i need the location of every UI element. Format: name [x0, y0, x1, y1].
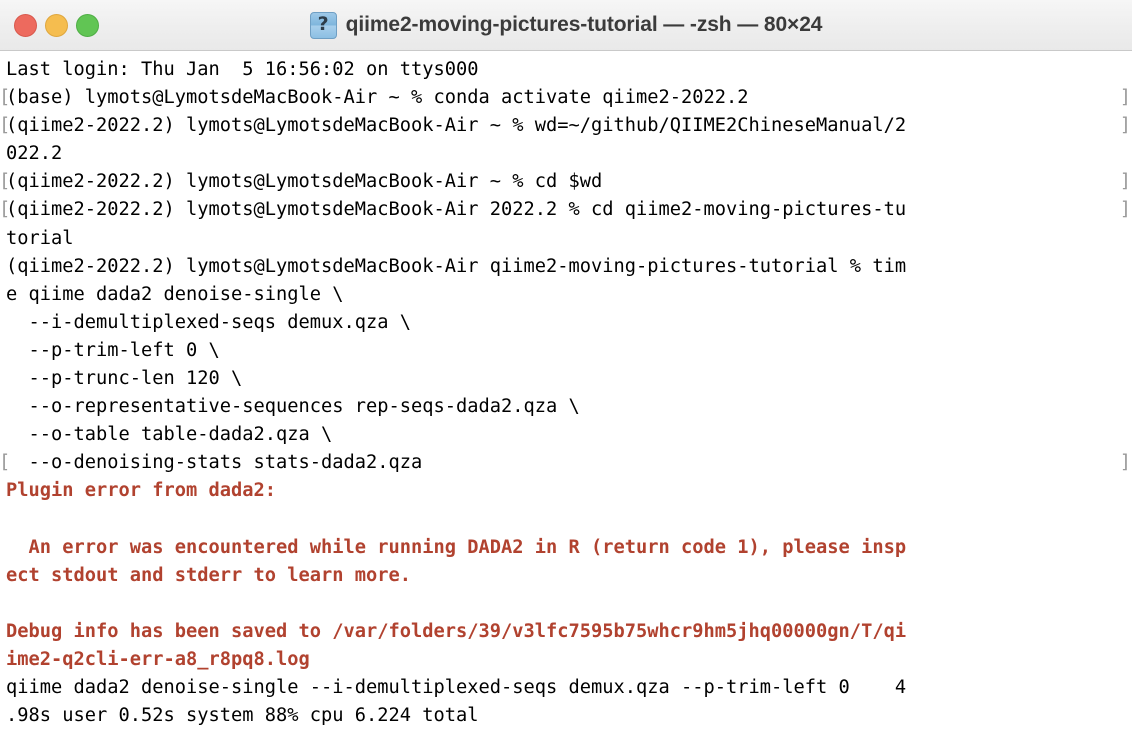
close-button[interactable]	[14, 13, 37, 37]
terminal-error-text: ime2-q2cli-err-a8_r8pq8.log	[6, 648, 310, 670]
terminal-text: (qiime2-2022.2) lymots@LymotsdeMacBook-A…	[6, 255, 907, 277]
terminal-error-text: An error was encountered while running D…	[6, 536, 907, 558]
terminal-text: (qiime2-2022.2) lymots@LymotsdeMacBook-A…	[6, 171, 603, 193]
terminal-line: Debug info has been saved to /var/folder…	[0, 618, 1132, 646]
terminal-text: (qiime2-2022.2) lymots@LymotsdeMacBook-A…	[6, 115, 907, 137]
terminal-text: .98s user 0.52s system 88% cpu 6.224 tot…	[6, 705, 479, 727]
terminal-line: [(qiime2-2022.2) lymots@LymotsdeMacBook-…	[0, 168, 1132, 196]
window-controls	[14, 0, 99, 50]
maximize-button[interactable]	[76, 13, 99, 37]
wrap-marker-left: [	[0, 115, 11, 137]
terminal-text: torial	[6, 227, 74, 249]
terminal-line: (qiime2-2022.2) lymots@LymotsdeMacBook-A…	[0, 253, 1132, 281]
terminal-line: torial	[0, 225, 1132, 253]
terminal-text: (qiime2-2022.2) lymots@LymotsdeMacBook-A…	[6, 199, 907, 221]
window-titlebar[interactable]: ? qiime2-moving-pictures-tutorial — -zsh…	[0, 0, 1132, 51]
terminal-text: --p-trim-left 0 \	[6, 339, 220, 361]
terminal-screen[interactable]: Last login: Thu Jan 5 16:56:02 on ttys00…	[0, 51, 1132, 734]
wrap-marker-right: ]	[1119, 87, 1131, 109]
minimize-button[interactable]	[45, 13, 68, 37]
terminal-line: --o-representative-sequences rep-seqs-da…	[0, 393, 1132, 421]
terminal-text: --o-table table-dada2.qza \	[6, 424, 333, 446]
wrap-marker-left: [	[0, 452, 11, 474]
wrap-marker-left: [	[0, 199, 11, 221]
wrap-marker-right: ]	[1119, 171, 1131, 193]
terminal-line: [(qiime2-2022.2) lymots@LymotsdeMacBook-…	[0, 112, 1132, 140]
terminal-error-text: ect stdout and stderr to learn more.	[6, 564, 412, 586]
wrap-marker-right: ]	[1119, 199, 1131, 221]
terminal-line: ime2-q2cli-err-a8_r8pq8.log	[0, 646, 1132, 674]
terminal-text: --o-denoising-stats stats-dada2.qza	[6, 452, 423, 474]
terminal-line: Plugin error from dada2:	[0, 477, 1132, 505]
terminal-window: ? qiime2-moving-pictures-tutorial — -zsh…	[0, 0, 1132, 734]
terminal-line: .98s user 0.52s system 88% cpu 6.224 tot…	[0, 702, 1132, 730]
wrap-marker-right: ]	[1119, 452, 1131, 474]
terminal-text: qiime dada2 denoise-single --i-demultipl…	[6, 677, 907, 699]
terminal-text: Last login: Thu Jan 5 16:56:02 on ttys00…	[6, 59, 479, 80]
terminal-line: [(qiime2-2022.2) lymots@LymotsdeMacBook-…	[0, 196, 1132, 224]
terminal-error-text: Plugin error from dada2:	[6, 480, 277, 502]
terminal-text: --p-trunc-len 120 \	[6, 368, 243, 390]
wrap-marker-left: [	[0, 87, 11, 109]
window-title: qiime2-moving-pictures-tutorial — -zsh —…	[345, 13, 823, 36]
terminal-body[interactable]: Last login: Thu Jan 5 16:56:02 on ttys00…	[0, 51, 1132, 734]
terminal-line: Last login: Thu Jan 5 16:56:02 on ttys00…	[0, 56, 1132, 84]
terminal-line: ect stdout and stderr to learn more.	[0, 562, 1132, 590]
window-title-group: ? qiime2-moving-pictures-tutorial — -zsh…	[0, 0, 1132, 50]
terminal-text: (base) lymots@LymotsdeMacBook-Air ~ % co…	[6, 87, 749, 109]
terminal-text: --o-representative-sequences rep-seqs-da…	[6, 396, 580, 418]
terminal-line: An error was encountered while running D…	[0, 534, 1132, 562]
terminal-line: qiime dada2 denoise-single --i-demultipl…	[0, 674, 1132, 702]
question-mark-glyph: ?	[317, 13, 329, 35]
terminal-line: [(base) lymots@LymotsdeMacBook-Air ~ % c…	[0, 84, 1132, 112]
terminal-line: --p-trunc-len 120 \	[0, 365, 1132, 393]
terminal-line: [ --o-denoising-stats stats-dada2.qza]	[0, 449, 1132, 477]
terminal-error-text: Debug info has been saved to /var/folder…	[6, 620, 907, 642]
question-mark-document-icon: ?	[309, 11, 337, 39]
wrap-marker-left: [	[0, 171, 11, 193]
terminal-line: e qiime dada2 denoise-single \	[0, 281, 1132, 309]
wrap-marker-right: ]	[1119, 115, 1131, 137]
terminal-line: --i-demultiplexed-seqs demux.qza \	[0, 309, 1132, 337]
terminal-text: --i-demultiplexed-seqs demux.qza \	[6, 311, 412, 333]
terminal-line: 022.2	[0, 140, 1132, 168]
terminal-text: 022.2	[6, 143, 63, 165]
terminal-line: --p-trim-left 0 \	[0, 337, 1132, 365]
terminal-text: e qiime dada2 denoise-single \	[6, 283, 344, 305]
terminal-line: --o-table table-dada2.qza \	[0, 421, 1132, 449]
